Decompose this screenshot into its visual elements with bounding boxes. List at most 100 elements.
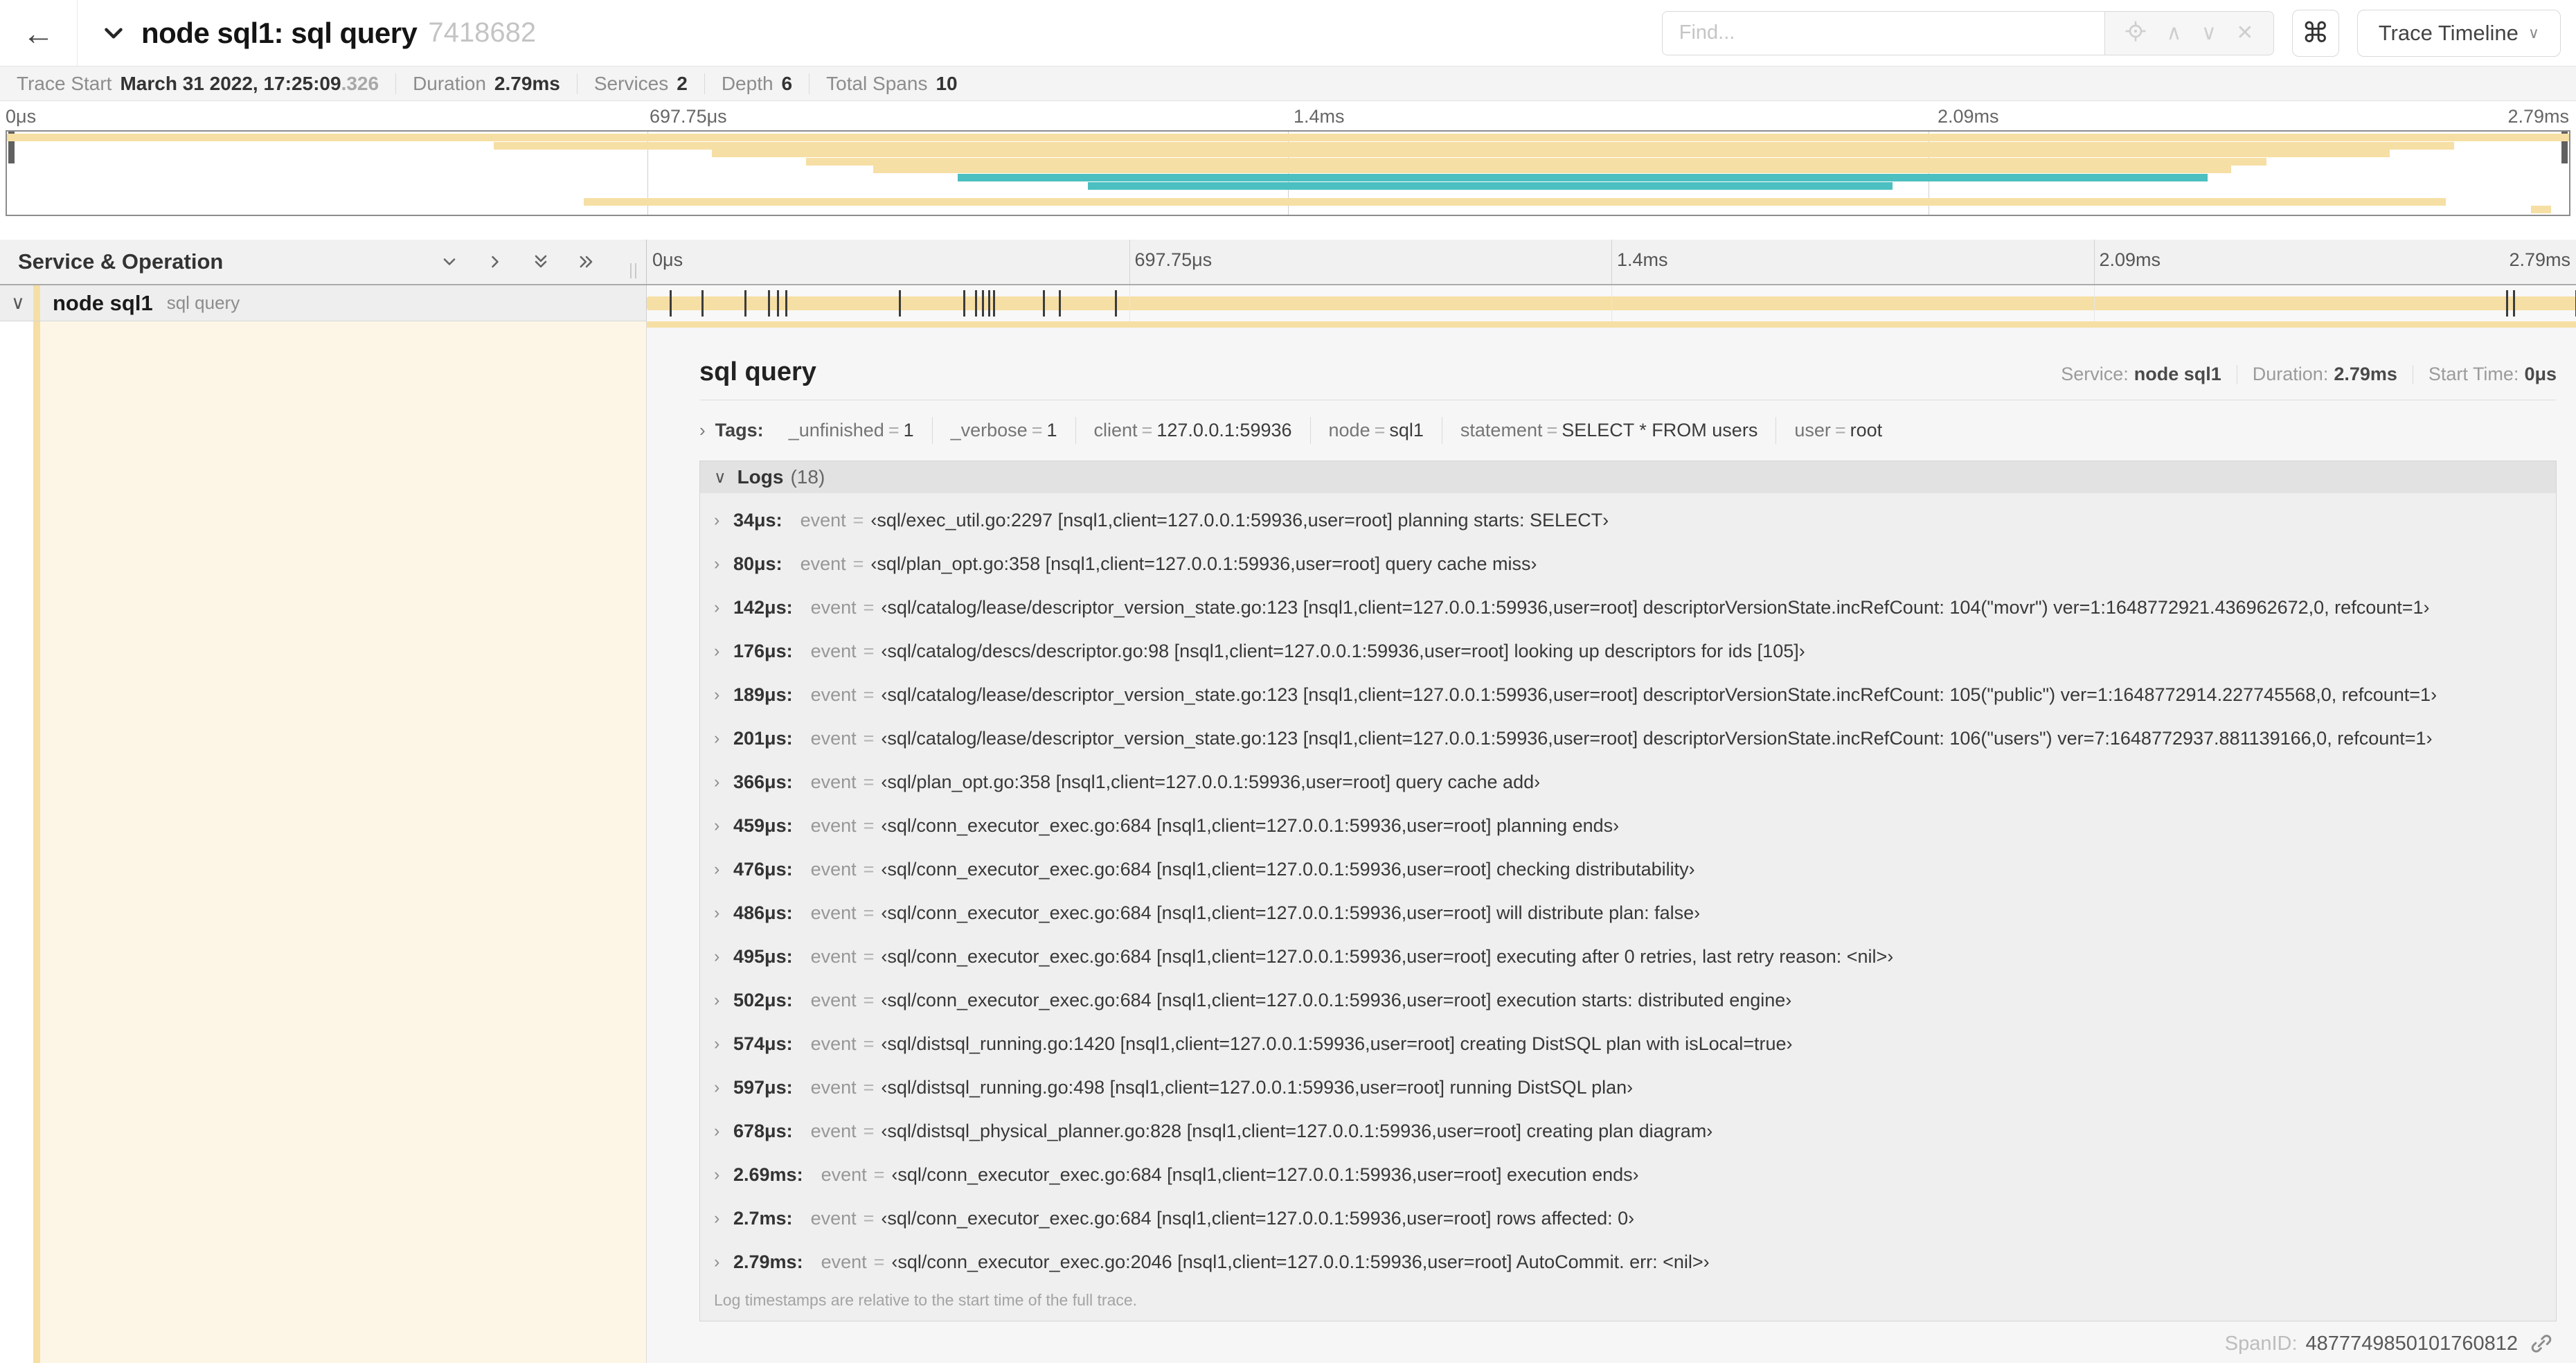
log-equals: = — [852, 510, 864, 531]
log-row[interactable]: › 597μs: event = ‹sql/distsql_running.go:498… — [700, 1066, 2556, 1110]
expand-one-icon[interactable] — [485, 252, 505, 271]
tag-item[interactable]: _verbose = 1 — [933, 417, 1076, 444]
log-field-key: event — [810, 815, 857, 836]
minimap-span — [494, 141, 2454, 150]
trace-title-wrap: node sql1: sql query 7418682 — [101, 17, 536, 50]
log-row[interactable]: › 495μs: event = ‹sql/conn_executor_exec.go:… — [700, 935, 2556, 979]
tag-item[interactable]: _unfinished = 1 — [771, 417, 933, 444]
summary-separator — [704, 73, 705, 94]
log-timestamp: 597μs: — [733, 1077, 793, 1098]
log-row[interactable]: › 2.7ms: event = ‹sql/conn_executor_exec.go:… — [700, 1197, 2556, 1240]
aim-icon[interactable] — [2125, 20, 2147, 46]
log-row[interactable]: › 574μs: event = ‹sql/distsql_running.go:142… — [700, 1022, 2556, 1066]
span-row-label[interactable]: ∨ node sql1 sql query — [0, 285, 647, 321]
chevron-right-icon: › — [714, 685, 720, 704]
tags-label: Tags: — [715, 420, 764, 440]
chevron-right-icon: › — [714, 947, 720, 966]
log-timestamp: 574μs: — [733, 1033, 793, 1054]
log-row[interactable]: › 2.69ms: event = ‹sql/conn_executor_exec.go… — [700, 1153, 2556, 1197]
log-timestamp: 189μs: — [733, 684, 793, 705]
tag-item[interactable]: statement = SELECT * FROM users — [1442, 417, 1777, 444]
collapse-trace-icon[interactable] — [101, 21, 126, 46]
log-row[interactable]: › 34μs: event = ‹sql/exec_util.go:2297 [nsql… — [700, 499, 2556, 542]
chevron-right-icon: › — [714, 1121, 720, 1141]
logs-header[interactable]: ∨ Logs (18) — [700, 461, 2556, 493]
ruler-tick-label: 1.4ms — [1617, 249, 1668, 270]
link-icon[interactable] — [2529, 1331, 2554, 1356]
log-row[interactable]: › 142μs: event = ‹sql/catalog/lease/descript… — [700, 586, 2556, 630]
log-marker-tick — [975, 290, 978, 317]
log-field-key: event — [821, 1164, 867, 1185]
collapse-all-icon[interactable] — [531, 252, 551, 271]
log-row[interactable]: › 678μs: event = ‹sql/distsql_physical_plann… — [700, 1110, 2556, 1153]
log-row[interactable]: › 366μs: event = ‹sql/plan_opt.go:358 [nsql1… — [700, 760, 2556, 804]
log-marker-tick — [982, 290, 985, 317]
log-row[interactable]: › 201μs: event = ‹sql/catalog/lease/descript… — [700, 717, 2556, 760]
log-timestamp: 201μs: — [733, 728, 793, 749]
service-operation-title: Service & Operation — [18, 249, 224, 274]
log-row[interactable]: › 176μs: event = ‹sql/catalog/descs/descript… — [700, 630, 2556, 673]
span-service-name: node sql1 — [53, 290, 153, 315]
service-operation-header: Service & Operation — [0, 240, 647, 284]
log-timestamp: 2.69ms: — [733, 1164, 803, 1185]
log-row[interactable]: › 476μs: event = ‹sql/conn_executor_exec.go:… — [700, 848, 2556, 891]
span-operation-name: sql query — [166, 292, 240, 313]
column-resizer-handle[interactable] — [630, 263, 636, 278]
log-row[interactable]: › 459μs: event = ‹sql/conn_executor_exec.go:… — [700, 804, 2556, 848]
duration-value: 2.79ms — [2334, 364, 2397, 384]
tag-item[interactable]: node = sql1 — [1311, 417, 1442, 444]
log-row[interactable]: › 80μs: event = ‹sql/plan_opt.go:358 [nsql1,… — [700, 542, 2556, 586]
collapse-one-icon[interactable] — [440, 252, 459, 271]
tag-value: SELECT * FROM users — [1562, 420, 1758, 440]
timeline-ruler: 0μs 697.75μs 1.4ms 2.09ms 2.79ms — [647, 240, 2576, 284]
tag-item[interactable]: user = root — [1776, 417, 1900, 444]
log-field-key: event — [800, 510, 846, 531]
top-bar: ← node sql1: sql query 7418682 ∧ ∨ ✕ ⌘ — [0, 0, 2576, 66]
detail-left-column — [0, 321, 647, 1363]
minimap-span — [873, 166, 2231, 174]
log-equals: = — [863, 946, 875, 967]
keyboard-shortcuts-button[interactable]: ⌘ — [2291, 9, 2339, 57]
log-timestamp: 476μs: — [733, 859, 793, 880]
find-group: ∧ ∨ ✕ — [1661, 10, 2274, 55]
log-field-value: ‹sql/plan_opt.go:358 [nsql1,client=127.0… — [870, 553, 1537, 574]
logs-accordion: ∨ Logs (18) › 34μs: event = ‹sql/exec_util.g… — [699, 461, 2557, 1321]
log-equals: = — [852, 553, 864, 574]
tags-accordion[interactable]: › Tags: _unfinished = 1 _verbose = 1 client = 12… — [699, 417, 2557, 444]
summary-value: 10 — [936, 72, 958, 94]
log-field-value: ‹sql/conn_executor_exec.go:684 [nsql1,cl… — [881, 902, 1701, 923]
tag-item[interactable]: client = 127.0.0.1:59936 — [1076, 417, 1311, 444]
tag-value: 1 — [903, 420, 914, 440]
next-result-icon[interactable]: ∨ — [2201, 22, 2217, 44]
summary-value: 2 — [677, 72, 688, 94]
log-field-key: event — [810, 902, 857, 923]
log-timestamp: 486μs: — [733, 902, 793, 923]
log-row[interactable]: › 502μs: event = ‹sql/conn_executor_exec.go:… — [700, 979, 2556, 1022]
log-field-key: event — [810, 859, 857, 880]
tag-value: sql1 — [1389, 420, 1424, 440]
log-marker-tick — [701, 290, 704, 317]
ruler-tick-label: 697.75μs — [1134, 249, 1213, 270]
view-selector-button[interactable]: Trace Timeline ∨ — [2356, 9, 2561, 57]
log-timestamp: 678μs: — [733, 1121, 793, 1141]
span-detail-panel: sql query Service: node sql1 Duration: 2.7… — [647, 321, 2576, 1363]
span-expander-icon[interactable]: ∨ — [11, 292, 25, 314]
log-equals: = — [863, 859, 875, 880]
chevron-right-icon: › — [714, 903, 720, 923]
tag-value: 1 — [1046, 420, 1057, 440]
log-row[interactable]: › 189μs: event = ‹sql/catalog/lease/descript… — [700, 673, 2556, 717]
trace-minimap[interactable] — [6, 130, 2570, 216]
expand-all-icon[interactable] — [577, 252, 596, 271]
summary-item: Trace Start March 31 2022, 17:25:09.326 — [17, 73, 379, 95]
find-input[interactable] — [1661, 10, 2105, 55]
prev-result-icon[interactable]: ∧ — [2167, 22, 2182, 44]
ruler-grid-line — [1611, 240, 1612, 284]
back-button[interactable]: ← — [0, 0, 78, 66]
log-row[interactable]: › 486μs: event = ‹sql/conn_executor_exec.go:… — [700, 891, 2556, 935]
minimap-tick-label: 2.09ms — [1938, 106, 1999, 127]
log-marker-tick — [2513, 290, 2516, 317]
summary-separator — [576, 73, 578, 94]
find-tools: ∧ ∨ ✕ — [2104, 10, 2274, 55]
log-row[interactable]: › 2.79ms: event = ‹sql/conn_executor_exec.go… — [700, 1240, 2556, 1284]
clear-find-icon[interactable]: ✕ — [2236, 22, 2253, 44]
